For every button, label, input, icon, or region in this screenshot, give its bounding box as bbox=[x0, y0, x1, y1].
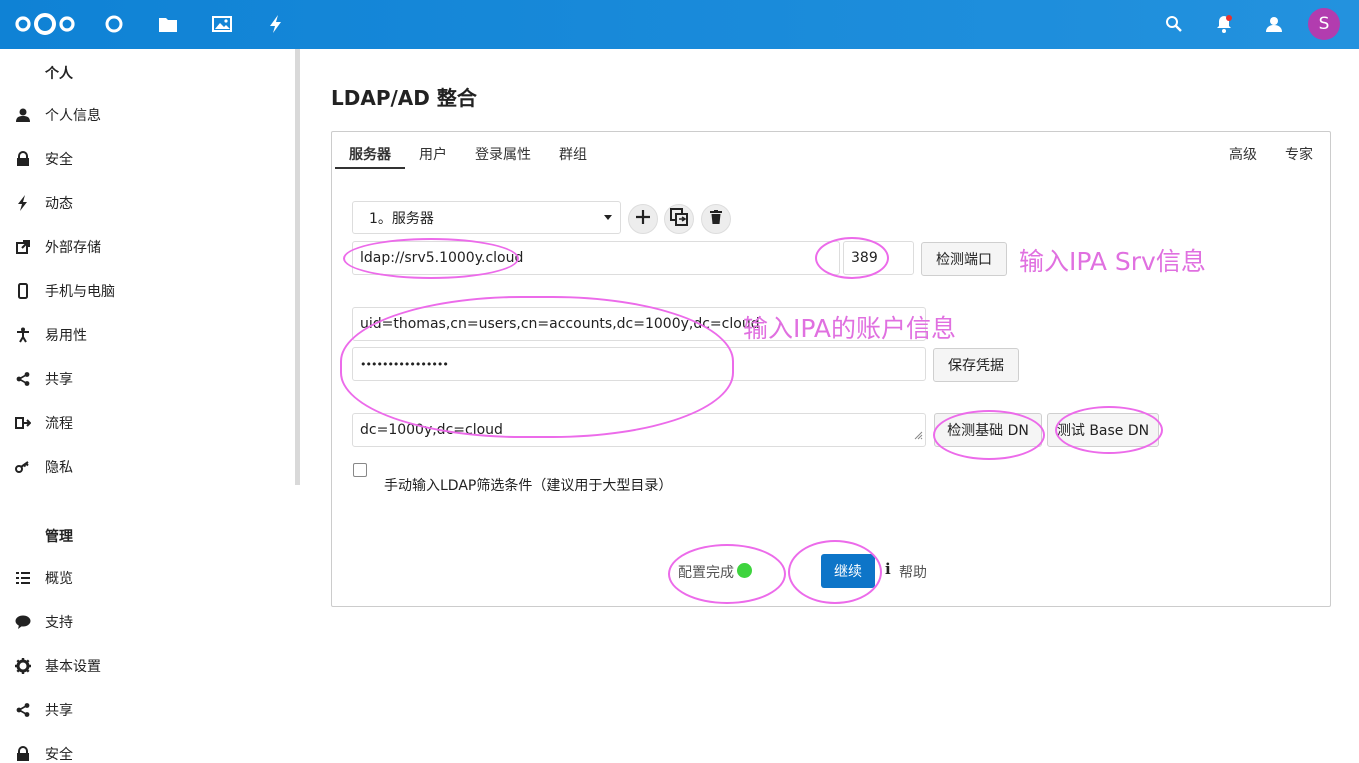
page-title: LDAP/AD 整合 bbox=[331, 86, 477, 110]
share-icon bbox=[13, 700, 33, 720]
copy-icon bbox=[670, 208, 688, 230]
sidebar-scrollbar[interactable] bbox=[295, 49, 300, 485]
tab-expert[interactable]: 专家 bbox=[1285, 144, 1313, 164]
trash-icon bbox=[710, 210, 722, 228]
files-icon[interactable] bbox=[156, 12, 180, 36]
admin-caption: 管理 bbox=[45, 529, 73, 545]
sidebar-item-label: 动态 bbox=[45, 196, 73, 212]
annotation-oval-port bbox=[815, 237, 889, 279]
sidebar-item-mobile-desktop[interactable]: 手机与电脑 bbox=[0, 269, 295, 313]
detect-port-button[interactable]: 检测端口 bbox=[921, 242, 1007, 276]
manual-filter-checkbox[interactable] bbox=[353, 463, 367, 477]
avatar[interactable]: S bbox=[1308, 8, 1340, 40]
copy-config-button[interactable] bbox=[664, 204, 694, 234]
sidebar-item-label: 外部存储 bbox=[45, 240, 101, 256]
sidebar-item-label: 共享 bbox=[45, 703, 73, 719]
sidebar-item-label: 安全 bbox=[45, 747, 73, 763]
annotation-account-note: 输入IPA的账户信息 bbox=[743, 314, 956, 343]
sidebar-item-admin-security[interactable]: 安全 bbox=[0, 732, 295, 763]
top-header: S bbox=[0, 0, 1359, 49]
active-tab-indicator bbox=[335, 167, 405, 169]
photos-icon[interactable] bbox=[210, 12, 234, 36]
gear-icon bbox=[13, 656, 33, 676]
chevron-down-icon bbox=[604, 215, 612, 220]
accessibility-icon bbox=[13, 325, 33, 345]
annotation-oval-host bbox=[343, 238, 519, 279]
annotation-oval-status bbox=[668, 544, 786, 604]
sidebar-item-security[interactable]: 安全 bbox=[0, 137, 295, 181]
sidebar-item-label: 易用性 bbox=[45, 328, 87, 344]
sidebar-item-label: 安全 bbox=[45, 152, 73, 168]
sidebar-item-activity[interactable]: 动态 bbox=[0, 181, 295, 225]
activity-icon bbox=[13, 193, 33, 213]
user-icon bbox=[13, 105, 33, 125]
sidebar-item-label: 个人信息 bbox=[45, 108, 101, 124]
settings-sidebar: 个人 个人信息 安全 动态 外部存储 手机与电脑 易用性 共享 流程 隐私 管理… bbox=[0, 49, 300, 763]
sidebar-item-flow[interactable]: 流程 bbox=[0, 401, 295, 445]
save-credentials-button[interactable]: 保存凭据 bbox=[933, 348, 1019, 382]
external-storage-icon bbox=[13, 237, 33, 257]
annotation-srv-note: 输入IPA Srv信息 bbox=[1019, 247, 1206, 276]
contacts-icon[interactable] bbox=[1262, 12, 1286, 36]
plus-icon bbox=[636, 210, 650, 228]
sidebar-item-label: 支持 bbox=[45, 615, 73, 631]
annotation-oval-continue bbox=[788, 540, 882, 604]
sidebar-item-label: 共享 bbox=[45, 372, 73, 388]
sidebar-item-privacy[interactable]: 隐私 bbox=[0, 445, 295, 489]
sidebar-item-admin-sharing[interactable]: 共享 bbox=[0, 688, 295, 732]
overview-icon bbox=[13, 568, 33, 588]
sidebar-item-label: 手机与电脑 bbox=[45, 284, 115, 300]
notifications-icon[interactable] bbox=[1212, 12, 1236, 36]
sidebar-item-personal-info[interactable]: 个人信息 bbox=[0, 93, 295, 137]
annotation-oval-account bbox=[340, 296, 734, 438]
annotation-oval-test-dn bbox=[1055, 406, 1163, 454]
server-config-select[interactable]: 1。服务器 bbox=[352, 201, 621, 234]
dashboard-icon[interactable] bbox=[102, 12, 126, 36]
sidebar-item-label: 流程 bbox=[45, 416, 73, 432]
phone-icon bbox=[13, 281, 33, 301]
share-icon bbox=[13, 369, 33, 389]
sidebar-item-label: 基本设置 bbox=[45, 659, 101, 675]
key-icon bbox=[13, 457, 33, 477]
tab-users[interactable]: 用户 bbox=[419, 144, 447, 164]
resize-handle-icon[interactable] bbox=[914, 428, 923, 444]
lock-icon bbox=[13, 744, 33, 763]
tab-server[interactable]: 服务器 bbox=[349, 144, 391, 164]
nextcloud-logo-icon[interactable] bbox=[14, 10, 76, 38]
search-icon[interactable] bbox=[1162, 12, 1186, 36]
sidebar-item-label: 隐私 bbox=[45, 460, 73, 476]
tab-groups[interactable]: 群组 bbox=[559, 144, 587, 164]
sidebar-item-label: 概览 bbox=[45, 571, 73, 587]
tab-advanced[interactable]: 高级 bbox=[1229, 144, 1257, 164]
help-link[interactable]: 帮助 bbox=[899, 562, 927, 582]
manual-filter-label: 手动输入LDAP筛选条件（建议用于大型目录） bbox=[384, 478, 673, 494]
personal-caption: 个人 bbox=[45, 66, 73, 82]
flow-icon bbox=[13, 413, 33, 433]
support-icon bbox=[13, 612, 33, 632]
sidebar-item-overview[interactable]: 概览 bbox=[0, 556, 295, 600]
sidebar-item-external-storage[interactable]: 外部存储 bbox=[0, 225, 295, 269]
avatar-letter: S bbox=[1318, 14, 1330, 34]
annotation-oval-detect-dn bbox=[933, 410, 1045, 460]
activity-icon[interactable] bbox=[264, 12, 288, 36]
add-config-button[interactable] bbox=[628, 204, 658, 234]
sidebar-item-basic-settings[interactable]: 基本设置 bbox=[0, 644, 295, 688]
tab-login-attributes[interactable]: 登录属性 bbox=[475, 144, 531, 164]
sidebar-item-support[interactable]: 支持 bbox=[0, 600, 295, 644]
delete-config-button[interactable] bbox=[701, 204, 731, 234]
sidebar-item-accessibility[interactable]: 易用性 bbox=[0, 313, 295, 357]
info-icon[interactable]: i bbox=[885, 560, 891, 578]
server-config-value: 1。服务器 bbox=[369, 210, 434, 227]
lock-icon bbox=[13, 149, 33, 169]
sidebar-item-sharing[interactable]: 共享 bbox=[0, 357, 295, 401]
